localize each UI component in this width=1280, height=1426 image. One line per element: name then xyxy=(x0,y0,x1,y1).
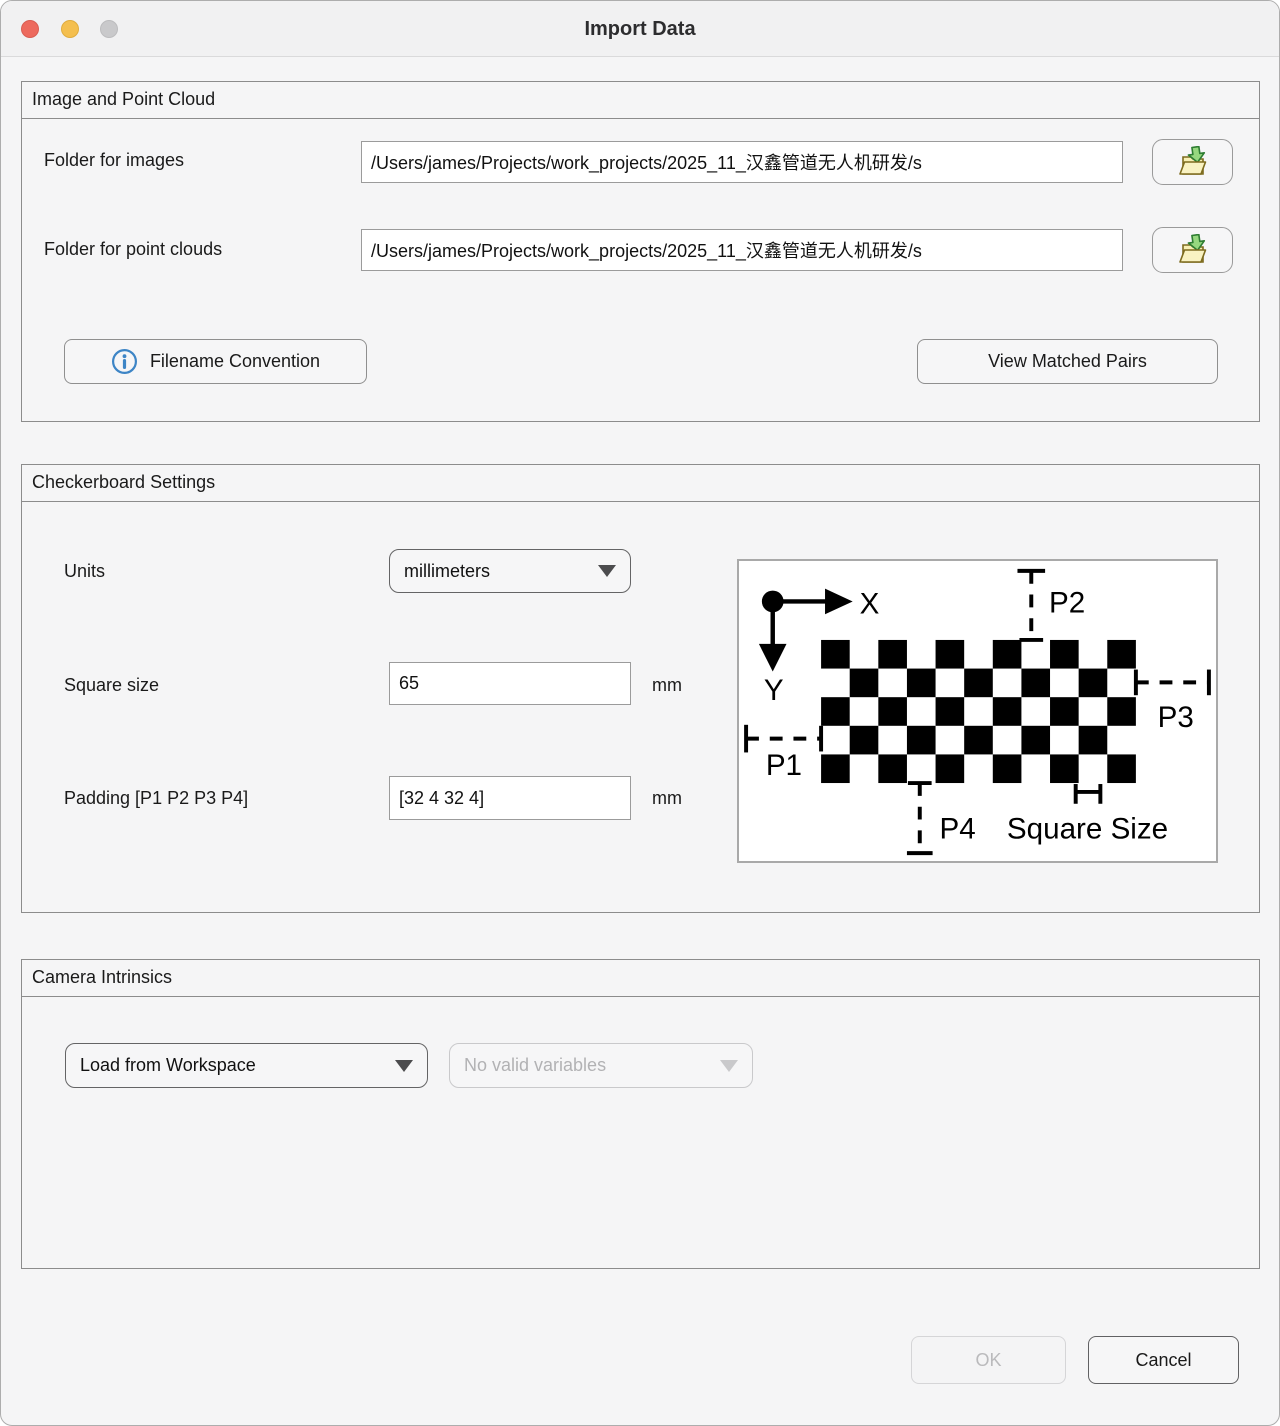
titlebar: Import Data xyxy=(1,1,1279,57)
y-axis-label: Y xyxy=(764,674,784,707)
import-data-dialog: Import Data Image and Point Cloud Folder… xyxy=(0,0,1280,1426)
group-title: Camera Intrinsics xyxy=(22,960,1259,997)
padding-label: Padding [P1 P2 P3 P4] xyxy=(64,788,248,809)
p2-label: P2 xyxy=(1049,586,1085,619)
group-title: Checkerboard Settings xyxy=(22,465,1259,502)
p3-label: P3 xyxy=(1158,701,1194,734)
view-matched-pairs-label: View Matched Pairs xyxy=(988,351,1147,372)
group-camera-intrinsics: Camera Intrinsics Load from Workspace No… xyxy=(21,959,1260,1269)
folder-point-clouds-input[interactable] xyxy=(361,229,1123,271)
ok-button-label: OK xyxy=(975,1350,1001,1371)
group-checkerboard-settings: Checkerboard Settings Units millimeters … xyxy=(21,464,1260,913)
units-dropdown[interactable]: millimeters xyxy=(389,549,631,593)
filename-convention-button[interactable]: Filename Convention xyxy=(64,339,367,384)
intrinsics-variable-dropdown: No valid variables xyxy=(449,1043,753,1088)
chevron-down-icon xyxy=(598,565,616,577)
chevron-down-icon xyxy=(720,1060,738,1072)
units-dropdown-value: millimeters xyxy=(404,561,490,582)
intrinsics-variable-value: No valid variables xyxy=(464,1055,606,1076)
browse-images-button[interactable] xyxy=(1152,139,1233,185)
group-image-point-cloud: Image and Point Cloud Folder for images … xyxy=(21,81,1260,422)
chevron-down-icon xyxy=(395,1060,413,1072)
browse-point-clouds-button[interactable] xyxy=(1152,227,1233,273)
info-icon xyxy=(111,348,138,375)
view-matched-pairs-button[interactable]: View Matched Pairs xyxy=(917,339,1218,384)
intrinsics-source-dropdown[interactable]: Load from Workspace xyxy=(65,1043,428,1088)
open-folder-icon xyxy=(1176,234,1210,266)
checkerboard-diagram-svg: X Y P2 P3 P1 xyxy=(739,561,1216,861)
square-size-diagram-label: Square Size xyxy=(1007,812,1168,845)
p1-label: P1 xyxy=(766,749,802,782)
padding-unit: mm xyxy=(652,788,682,809)
cancel-button-label: Cancel xyxy=(1135,1350,1191,1371)
open-folder-icon xyxy=(1176,146,1210,178)
y-axis-arrow-icon xyxy=(759,644,787,672)
folder-point-clouds-label: Folder for point clouds xyxy=(44,239,222,260)
folder-images-label: Folder for images xyxy=(44,150,184,171)
square-size-unit: mm xyxy=(652,675,682,696)
x-axis-arrow-icon xyxy=(825,589,853,615)
checkerboard-pattern xyxy=(821,640,1136,783)
padding-input[interactable] xyxy=(389,776,631,820)
ok-button: OK xyxy=(911,1336,1066,1384)
p4-label: P4 xyxy=(940,812,976,845)
group-title: Image and Point Cloud xyxy=(22,82,1259,119)
folder-images-input[interactable] xyxy=(361,141,1123,183)
square-size-input[interactable] xyxy=(389,662,631,705)
intrinsics-source-value: Load from Workspace xyxy=(80,1055,256,1076)
filename-convention-label: Filename Convention xyxy=(150,351,320,372)
window-title: Import Data xyxy=(1,1,1279,57)
cancel-button[interactable]: Cancel xyxy=(1088,1336,1239,1384)
square-size-label: Square size xyxy=(64,675,159,696)
units-label: Units xyxy=(64,561,105,582)
checkerboard-diagram: X Y P2 P3 P1 xyxy=(737,559,1218,863)
x-axis-label: X xyxy=(860,587,880,620)
